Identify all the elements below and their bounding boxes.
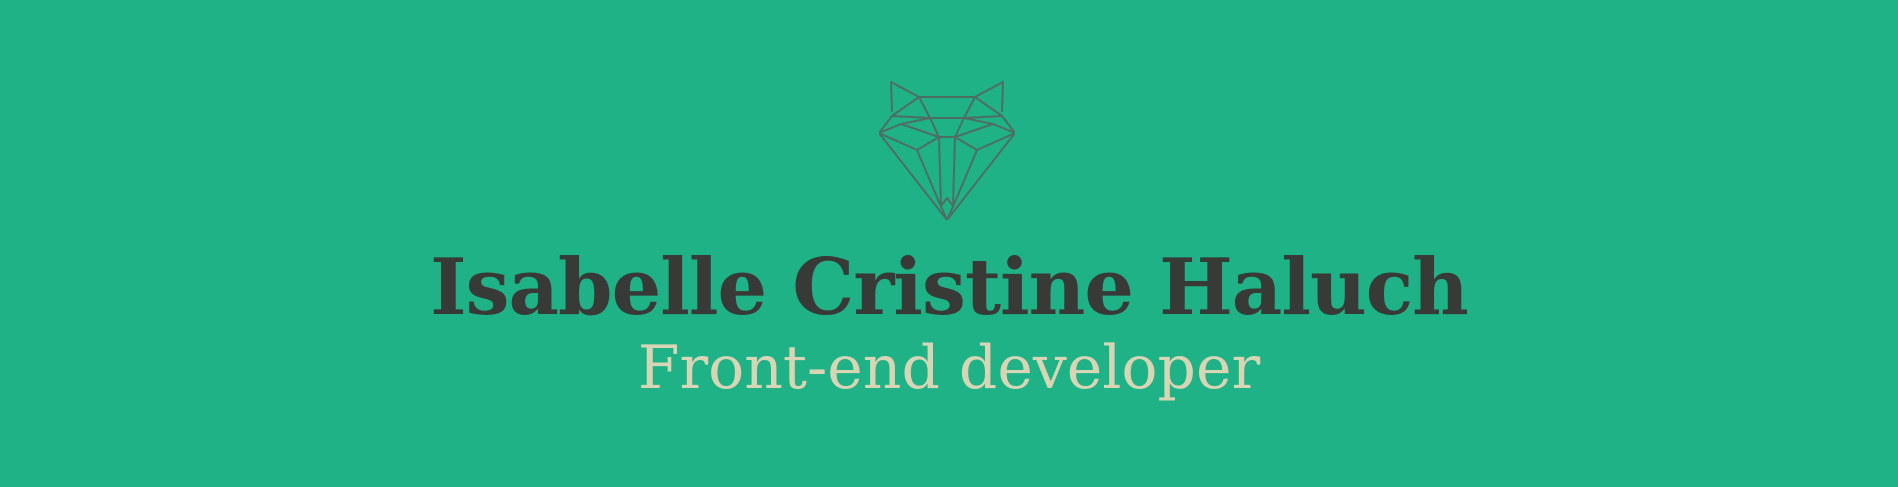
owner-name: Isabelle Cristine Haluch — [430, 242, 1469, 333]
hero-banner: Isabelle Cristine Haluch Front-end devel… — [0, 0, 1898, 487]
fox-logo-icon — [879, 80, 1015, 220]
fox-logo-svg — [879, 81, 1015, 220]
owner-role: Front-end developer — [637, 333, 1261, 403]
